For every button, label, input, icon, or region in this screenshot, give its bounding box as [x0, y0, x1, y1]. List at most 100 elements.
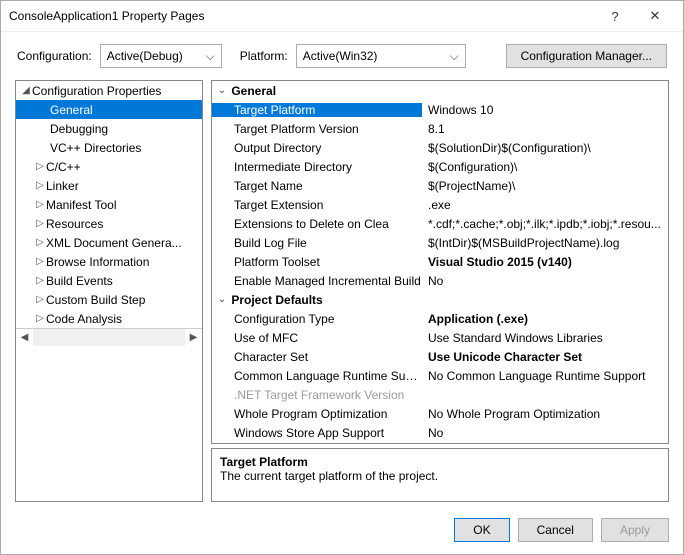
- configuration-manager-button[interactable]: Configuration Manager...: [506, 44, 667, 68]
- tree-item-label: Custom Build Step: [46, 293, 145, 307]
- grid-row[interactable]: Output Directory$(SolutionDir)$(Configur…: [212, 138, 668, 157]
- grid-key: Whole Program Optimization: [212, 407, 422, 421]
- tree-item[interactable]: General: [16, 100, 202, 119]
- grid-key: Windows Store App Support: [212, 426, 422, 440]
- configuration-value: Active(Debug): [107, 49, 183, 63]
- expander-icon: ▷: [34, 275, 46, 286]
- help-button[interactable]: ?: [595, 9, 635, 24]
- grid-row[interactable]: Common Language Runtime Sup...No Common …: [212, 366, 668, 385]
- grid-key: .NET Target Framework Version: [212, 388, 422, 402]
- tree-item-label: VC++ Directories: [50, 141, 141, 155]
- expander-icon: ▷: [34, 313, 46, 324]
- grid-key: Configuration Type: [212, 312, 422, 326]
- property-grid[interactable]: ⌄ GeneralTarget PlatformWindows 10Target…: [211, 80, 669, 444]
- grid-row[interactable]: Build Log File$(IntDir)$(MSBuildProjectN…: [212, 233, 668, 252]
- grid-key: Use of MFC: [212, 331, 422, 345]
- tree-item[interactable]: ▷Build Events: [16, 271, 202, 290]
- tree-item[interactable]: ▷Code Analysis: [16, 309, 202, 328]
- grid-key: Common Language Runtime Sup...: [212, 369, 422, 383]
- grid-value: Application (.exe): [422, 312, 668, 326]
- tree-item-label: General: [50, 103, 93, 117]
- expander-icon: ▷: [34, 199, 46, 210]
- tree-item-label: Manifest Tool: [46, 198, 116, 212]
- grid-value: No Whole Program Optimization: [422, 407, 668, 421]
- scroll-right-icon[interactable]: ▶: [185, 332, 202, 343]
- grid-value: $(ProjectName)\: [422, 179, 668, 193]
- grid-row[interactable]: Extensions to Delete on Clea*.cdf;*.cach…: [212, 214, 668, 233]
- grid-section[interactable]: ⌄ Project Defaults: [212, 290, 668, 309]
- grid-row[interactable]: Use of MFCUse Standard Windows Libraries: [212, 328, 668, 347]
- grid-row[interactable]: Target Platform Version8.1: [212, 119, 668, 138]
- expander-icon: ▷: [34, 237, 46, 248]
- grid-value: $(SolutionDir)$(Configuration)\: [422, 141, 668, 155]
- configuration-label: Configuration:: [17, 49, 92, 63]
- cancel-button[interactable]: Cancel: [518, 518, 593, 542]
- tree-item[interactable]: VC++ Directories: [16, 138, 202, 157]
- ok-button[interactable]: OK: [454, 518, 509, 542]
- tree-item[interactable]: ▷Browse Information: [16, 252, 202, 271]
- grid-row[interactable]: Intermediate Directory$(Configuration)\: [212, 157, 668, 176]
- grid-row[interactable]: Target PlatformWindows 10: [212, 100, 668, 119]
- tree-item[interactable]: ▷Resources: [16, 214, 202, 233]
- grid-value: Use Standard Windows Libraries: [422, 331, 668, 345]
- expander-icon: ▷: [34, 180, 46, 191]
- grid-key: Target Extension: [212, 198, 422, 212]
- grid-row[interactable]: Target Extension.exe: [212, 195, 668, 214]
- grid-row[interactable]: Windows Store App SupportNo: [212, 423, 668, 442]
- property-pages-dialog: ConsoleApplication1 Property Pages ? ✕ C…: [0, 0, 684, 555]
- grid-value: $(IntDir)$(MSBuildProjectName).log: [422, 236, 668, 250]
- grid-row[interactable]: Platform ToolsetVisual Studio 2015 (v140…: [212, 252, 668, 271]
- grid-key: Target Platform Version: [212, 122, 422, 136]
- grid-value: .exe: [422, 198, 668, 212]
- tree-item[interactable]: ▷Custom Build Step: [16, 290, 202, 309]
- tree-item-label: Build Events: [46, 274, 113, 288]
- tree-item-label: Browse Information: [46, 255, 149, 269]
- grid-section[interactable]: ⌄ General: [212, 81, 668, 100]
- expander-open-icon: ⌄: [216, 294, 228, 305]
- grid-key: Intermediate Directory: [212, 160, 422, 174]
- tree-scrollbar[interactable]: ◀ ▶: [16, 328, 202, 346]
- grid-value: Visual Studio 2015 (v140): [422, 255, 668, 269]
- grid-key: Character Set: [212, 350, 422, 364]
- tree-item-label: C/C++: [46, 160, 81, 174]
- grid-value: Use Unicode Character Set: [422, 350, 668, 364]
- platform-combo[interactable]: Active(Win32) ⌵: [296, 44, 466, 68]
- grid-row[interactable]: .NET Target Framework Version: [212, 385, 668, 404]
- expander-open-icon: ⌄: [216, 85, 228, 96]
- scroll-left-icon[interactable]: ◀: [16, 332, 33, 343]
- titlebar: ConsoleApplication1 Property Pages ? ✕: [1, 1, 683, 32]
- grid-key: Enable Managed Incremental Build: [212, 274, 422, 288]
- grid-row[interactable]: Whole Program OptimizationNo Whole Progr…: [212, 404, 668, 423]
- grid-row[interactable]: Character SetUse Unicode Character Set: [212, 347, 668, 366]
- close-button[interactable]: ✕: [635, 8, 675, 24]
- grid-value: No Common Language Runtime Support: [422, 369, 668, 383]
- tree-item-label: Debugging: [50, 122, 108, 136]
- grid-value: *.cdf;*.cache;*.obj;*.ilk;*.ipdb;*.iobj;…: [422, 217, 668, 231]
- grid-key: Extensions to Delete on Clea: [212, 217, 422, 231]
- tree-item-label: XML Document Genera...: [46, 236, 182, 250]
- description-heading: Target Platform: [220, 455, 660, 469]
- grid-key: Target Platform: [212, 103, 422, 117]
- grid-key: Target Name: [212, 179, 422, 193]
- grid-key: Platform Toolset: [212, 255, 422, 269]
- grid-value: No: [422, 274, 668, 288]
- grid-row[interactable]: Configuration TypeApplication (.exe): [212, 309, 668, 328]
- tree-item[interactable]: ▷C/C++: [16, 157, 202, 176]
- nav-tree[interactable]: ◢Configuration Properties General Debuggin…: [15, 80, 203, 502]
- tree-item[interactable]: ▷XML Document Genera...: [16, 233, 202, 252]
- platform-label: Platform:: [240, 49, 288, 63]
- grid-row[interactable]: Enable Managed Incremental BuildNo: [212, 271, 668, 290]
- tree-root[interactable]: ◢Configuration Properties: [16, 81, 202, 100]
- tree-item[interactable]: Debugging: [16, 119, 202, 138]
- configuration-combo[interactable]: Active(Debug) ⌵: [100, 44, 222, 68]
- expander-open-icon: ◢: [20, 85, 32, 96]
- tree-item[interactable]: ▷Linker: [16, 176, 202, 195]
- tree-item[interactable]: ▷Manifest Tool: [16, 195, 202, 214]
- expander-icon: ▷: [34, 161, 46, 172]
- grid-key: Output Directory: [212, 141, 422, 155]
- expander-icon: ▷: [34, 294, 46, 305]
- grid-value: 8.1: [422, 122, 668, 136]
- window-title: ConsoleApplication1 Property Pages: [9, 9, 595, 23]
- grid-row[interactable]: Target Name$(ProjectName)\: [212, 176, 668, 195]
- expander-icon: ▷: [34, 256, 46, 267]
